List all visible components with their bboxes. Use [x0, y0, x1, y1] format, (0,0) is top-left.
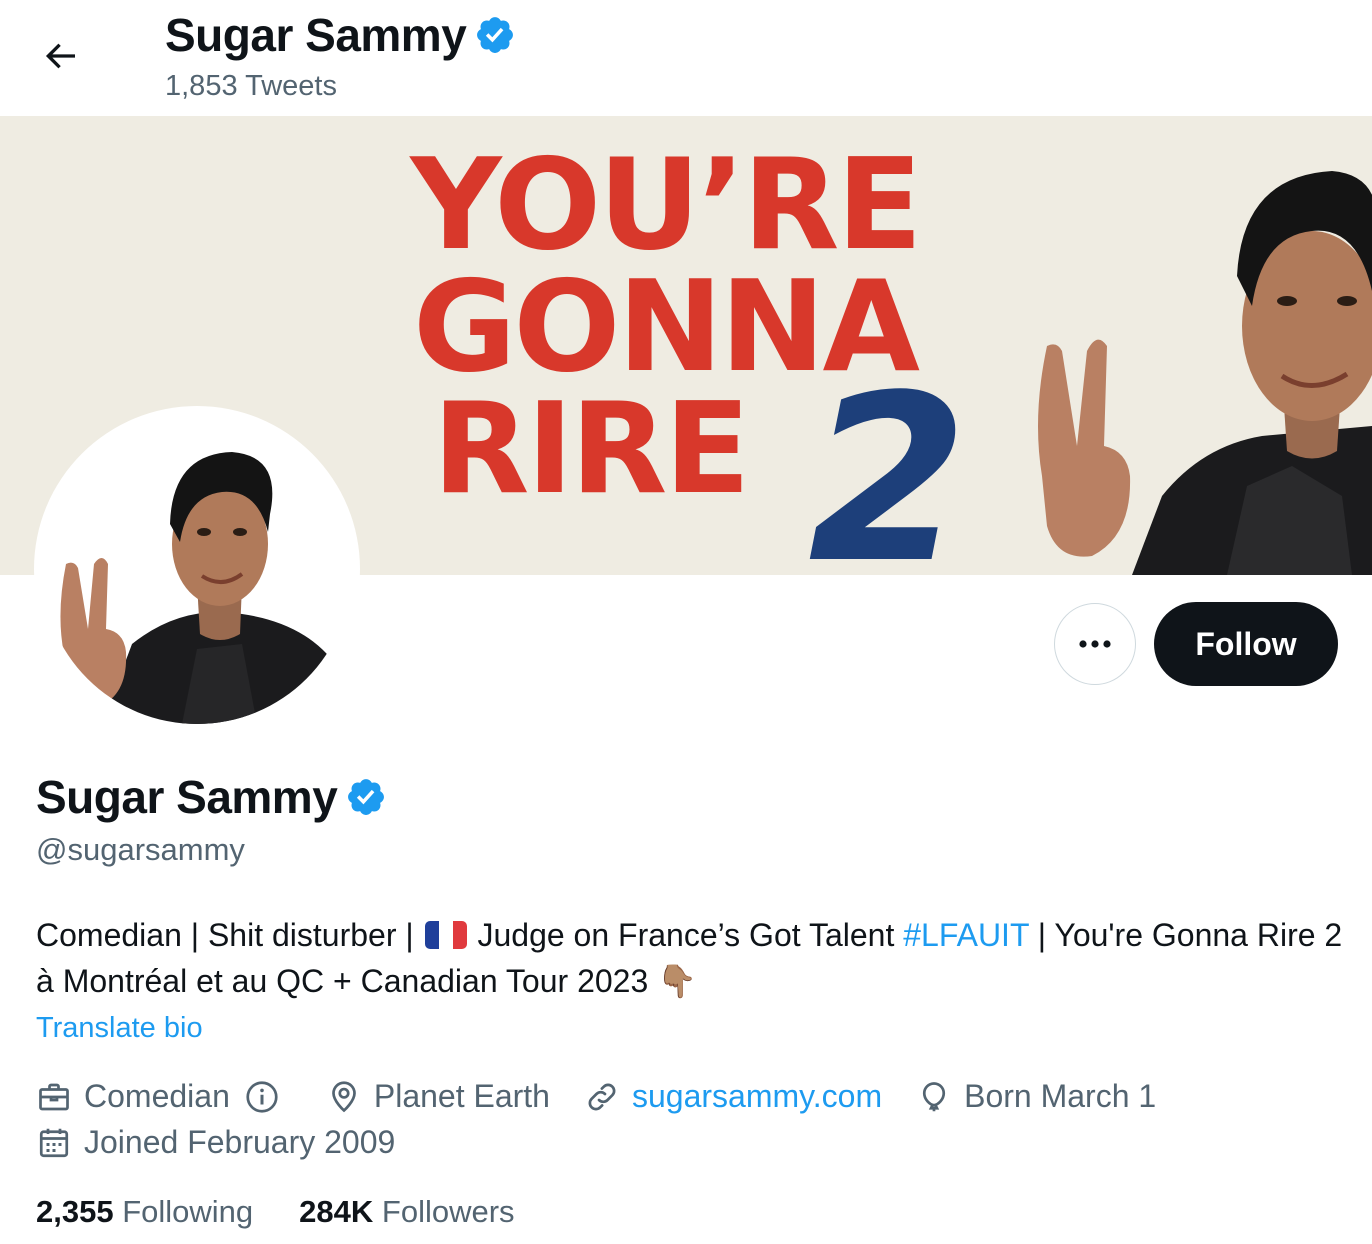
verified-badge-icon	[477, 17, 514, 53]
banner-line-1: YOU’RE	[410, 131, 922, 278]
category-label: Comedian	[84, 1078, 230, 1114]
followers-count: 284K	[299, 1194, 374, 1229]
profile-meta-row-2: Joined February 2009	[36, 1124, 429, 1161]
bio-text-1: Comedian | Shit disturber |	[36, 917, 423, 953]
calendar-icon	[39, 1128, 69, 1157]
pointing-down-emoji-icon: 👇🏽	[657, 963, 697, 999]
more-options-button[interactable]	[1054, 603, 1136, 685]
followers-stat-link[interactable]: 284K Followers	[299, 1194, 514, 1230]
link-icon	[588, 1083, 616, 1110]
france-flag-icon	[424, 921, 467, 949]
banner-number: 2	[808, 347, 969, 576]
profile-meta-row: Comedian Planet Earth sugarsammy.com Bor…	[36, 1078, 1190, 1115]
profile-display-name: Sugar Sammy	[36, 770, 387, 824]
banner-person-photo	[1038, 171, 1372, 575]
profile-location: Planet Earth	[326, 1078, 550, 1115]
profile-avatar[interactable]	[34, 406, 360, 732]
briefcase-icon	[39, 1083, 69, 1110]
following-stat-link[interactable]: 2,355 Following	[36, 1194, 253, 1230]
translate-bio-link[interactable]: Translate bio	[36, 1012, 203, 1045]
avatar-photo	[42, 414, 352, 724]
profile-bio: Comedian | Shit disturber | Judge on Fra…	[36, 912, 1346, 1004]
location-pin-icon	[332, 1080, 356, 1112]
header-name: Sugar Sammy	[165, 9, 467, 61]
follow-button[interactable]: Follow	[1154, 602, 1338, 686]
balloon-icon	[922, 1081, 946, 1111]
website-link[interactable]: sugarsammy.com	[632, 1078, 882, 1115]
profile-header-bar: Sugar Sammy 1,853 Tweets	[0, 0, 1372, 116]
profile-joined: Joined February 2009	[36, 1124, 395, 1161]
profile-website: sugarsammy.com	[584, 1078, 882, 1115]
birthday-label: Born March 1	[964, 1078, 1157, 1114]
profile-category: Comedian	[36, 1078, 292, 1115]
arrow-left-icon	[45, 43, 75, 69]
bio-text-2: Judge on France’s Got Talent	[468, 917, 904, 953]
verified-badge-icon[interactable]	[345, 776, 387, 818]
following-label: Following	[122, 1194, 254, 1229]
back-button[interactable]	[30, 26, 90, 86]
followers-label: Followers	[381, 1194, 515, 1229]
profile-handle: @sugarsammy	[36, 832, 245, 867]
display-name-text: Sugar Sammy	[36, 771, 338, 823]
more-dots-icon	[1079, 640, 1111, 648]
avatar-illustration	[42, 414, 352, 724]
bio-hashtag-link[interactable]: #LFAUIT	[903, 917, 1029, 953]
location-label: Planet Earth	[373, 1078, 550, 1114]
header-title: Sugar Sammy	[165, 8, 516, 62]
info-icon[interactable]	[244, 1079, 280, 1115]
profile-stats: 2,355 Following 284K Followers	[36, 1194, 561, 1230]
following-count: 2,355	[36, 1194, 114, 1229]
tweet-count: 1,853 Tweets	[165, 70, 337, 102]
joined-label: Joined February 2009	[84, 1124, 396, 1160]
profile-birthday: Born March 1	[916, 1078, 1156, 1115]
